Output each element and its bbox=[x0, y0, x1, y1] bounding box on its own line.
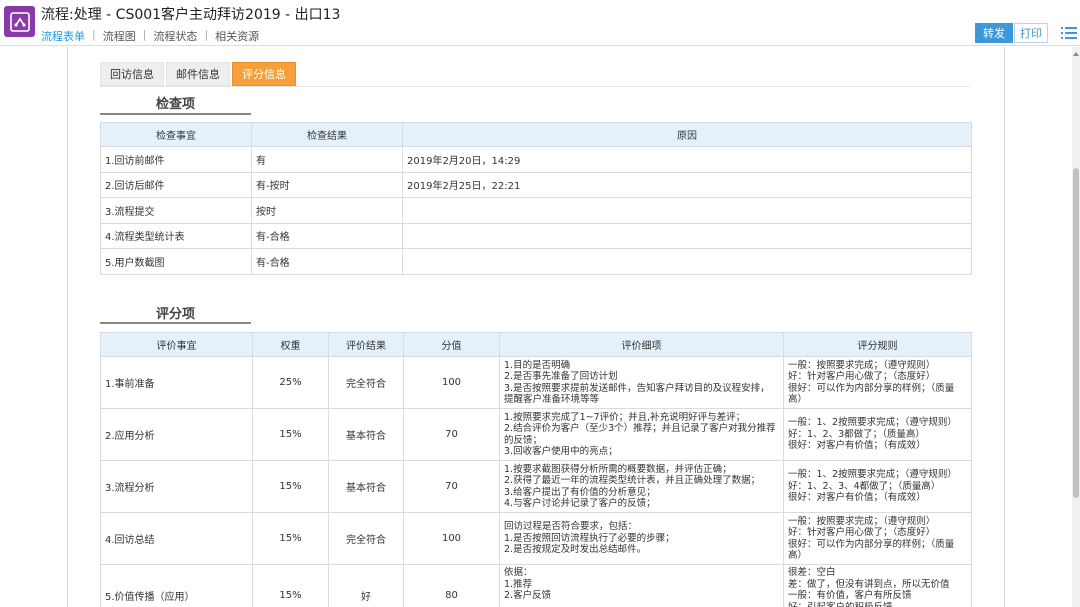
score-details: 1.按照要求完成了1~7评价；并且,补充说明好评与差评； 2.结合评价为客户（至… bbox=[499, 408, 784, 461]
score-item: 1.事前准备 bbox=[100, 356, 253, 409]
workflow-app-logo bbox=[4, 6, 35, 37]
column-header: 评价细项 bbox=[499, 332, 784, 357]
table-row: 3.流程提交 按时 bbox=[100, 197, 972, 224]
check-item: 4.流程类型统计表 bbox=[100, 222, 252, 249]
check-table: 检查事宜 检查结果 原因 1.回访前邮件 有 2019年2月20日，14:29 … bbox=[100, 122, 972, 275]
nav-separator: | bbox=[204, 28, 209, 41]
score-table: 评价事宜 权重 评价结果 分值 评价细项 评分规则 1.事前准备 25% 完全符… bbox=[100, 332, 972, 607]
nav-flow-form[interactable]: 流程表单 bbox=[41, 28, 85, 44]
check-item: 2.回访后邮件 bbox=[100, 171, 252, 198]
check-reason bbox=[402, 197, 972, 224]
score-value: 100 bbox=[403, 512, 500, 565]
score-weight: 15% bbox=[252, 408, 329, 461]
page-title: 流程:处理 - CS001客户主动拜访2019 - 出口13 bbox=[41, 7, 341, 23]
column-header: 检查结果 bbox=[251, 122, 403, 147]
check-section-title: 检查项 bbox=[156, 97, 196, 112]
check-reason bbox=[402, 248, 972, 275]
score-details: 回访过程是否符合要求，包括： 1.是否按照回访流程执行了必要的步骤； 2.是否按… bbox=[499, 512, 784, 565]
check-reason: 2019年2月25日，22:21 bbox=[402, 171, 972, 198]
nav-related-resources[interactable]: 相关资源 bbox=[215, 28, 259, 44]
check-reason: 2019年2月20日，14:29 bbox=[402, 146, 972, 173]
table-row: 5.用户数截图 有-合格 bbox=[100, 248, 972, 275]
header-nav: 流程表单 | 流程图 | 流程状态 | 相关资源 bbox=[41, 28, 259, 44]
check-result: 按时 bbox=[251, 197, 403, 224]
nav-flow-chart[interactable]: 流程图 bbox=[103, 28, 136, 44]
score-rules: 一般：按照要求完成；（遵守规则） 好：针对客户用心做了；（态度好） 很好：可以作… bbox=[783, 512, 972, 565]
score-result: 基本符合 bbox=[328, 408, 404, 461]
check-result: 有 bbox=[251, 146, 403, 173]
tab-visit-info[interactable]: 回访信息 bbox=[100, 62, 164, 86]
score-rules: 一般：1、2按照要求完成；（遵守规则） 好：1、2、3都做了；（质量高） 很好：… bbox=[783, 408, 972, 461]
score-weight: 25% bbox=[252, 356, 329, 409]
check-item: 1.回访前邮件 bbox=[100, 146, 252, 173]
table-row: 1.回访前邮件 有 2019年2月20日，14:29 bbox=[100, 146, 972, 173]
menu-list-icon[interactable] bbox=[1061, 25, 1077, 41]
score-value: 100 bbox=[403, 356, 500, 409]
score-value: 70 bbox=[403, 408, 500, 461]
column-header: 权重 bbox=[252, 332, 329, 357]
workflow-icon bbox=[9, 11, 30, 32]
score-weight: 15% bbox=[252, 460, 329, 513]
score-details: 依据： 1.推荐 2.客户反馈 bbox=[499, 564, 784, 607]
column-header: 检查事宜 bbox=[100, 122, 252, 147]
column-header: 评价事宜 bbox=[100, 332, 253, 357]
forward-button[interactable]: 转发 bbox=[975, 23, 1013, 43]
check-result: 有-合格 bbox=[251, 222, 403, 249]
table-row: 4.回访总结 15% 完全符合 100 回访过程是否符合要求，包括： 1.是否按… bbox=[100, 512, 972, 565]
check-item: 3.流程提交 bbox=[100, 197, 252, 224]
table-row: 1.事前准备 25% 完全符合 100 1.目的是否明确 2.是否事先准备了回访… bbox=[100, 356, 972, 409]
table-row: 4.流程类型统计表 有-合格 bbox=[100, 222, 972, 249]
score-result: 完全符合 bbox=[328, 356, 404, 409]
score-rules: 很差：空白 差：做了，但没有讲到点，所以无价值 一般：有价值，客户有所反馈 好：… bbox=[783, 564, 972, 607]
form-tabs: 回访信息 邮件信息 评分信息 bbox=[100, 62, 298, 86]
app-window: 流程:处理 - CS001客户主动拜访2019 - 出口13 流程表单 | 流程… bbox=[0, 0, 1080, 607]
score-item: 3.流程分析 bbox=[100, 460, 253, 513]
scrollbar-thumb[interactable] bbox=[1073, 168, 1079, 498]
column-header: 分值 bbox=[403, 332, 500, 357]
section-underline bbox=[100, 113, 251, 115]
table-row: 5.价值传播（应用） 15% 好 80 依据： 1.推荐 2.客户反馈 很差：空… bbox=[100, 564, 972, 607]
table-row: 3.流程分析 15% 基本符合 70 1.按要求截图获得分析所需的概要数据，并评… bbox=[100, 460, 972, 513]
check-result: 有-合格 bbox=[251, 248, 403, 275]
nav-flow-status[interactable]: 流程状态 bbox=[153, 28, 197, 44]
score-weight: 15% bbox=[252, 564, 329, 607]
score-item: 2.应用分析 bbox=[100, 408, 253, 461]
scroll-up-arrow-icon[interactable] bbox=[1072, 49, 1080, 59]
score-weight: 15% bbox=[252, 512, 329, 565]
score-result: 完全符合 bbox=[328, 512, 404, 565]
check-table-header: 检查事宜 检查结果 原因 bbox=[100, 122, 972, 147]
score-result: 基本符合 bbox=[328, 460, 404, 513]
section-underline bbox=[100, 322, 251, 324]
score-table-header: 评价事宜 权重 评价结果 分值 评价细项 评分规则 bbox=[100, 332, 972, 357]
score-result: 好 bbox=[328, 564, 404, 607]
tab-score-info[interactable]: 评分信息 bbox=[232, 62, 296, 86]
column-header: 原因 bbox=[402, 122, 972, 147]
check-reason bbox=[402, 222, 972, 249]
check-result: 有-按时 bbox=[251, 171, 403, 198]
check-item: 5.用户数截图 bbox=[100, 248, 252, 275]
score-item: 5.价值传播（应用） bbox=[100, 564, 253, 607]
column-header: 评分规则 bbox=[783, 332, 972, 357]
tab-mail-info[interactable]: 邮件信息 bbox=[166, 62, 230, 86]
score-value: 80 bbox=[403, 564, 500, 607]
score-item: 4.回访总结 bbox=[100, 512, 253, 565]
score-value: 70 bbox=[403, 460, 500, 513]
score-rules: 一般：1、2按照要求完成；（遵守规则） 好：1、2、3、4都做了；（质量高） 很… bbox=[783, 460, 972, 513]
table-row: 2.应用分析 15% 基本符合 70 1.按照要求完成了1~7评价；并且,补充说… bbox=[100, 408, 972, 461]
nav-separator: | bbox=[92, 28, 96, 41]
column-header: 评价结果 bbox=[328, 332, 404, 357]
nav-separator: | bbox=[142, 28, 147, 41]
score-details: 1.按要求截图获得分析所需的概要数据，并评估正确； 2.获得了最近一年的流程类型… bbox=[499, 460, 784, 513]
score-section-title: 评分项 bbox=[156, 307, 196, 322]
print-button[interactable]: 打印 bbox=[1014, 23, 1048, 43]
header-bar: 流程:处理 - CS001客户主动拜访2019 - 出口13 流程表单 | 流程… bbox=[0, 0, 1080, 46]
table-row: 2.回访后邮件 有-按时 2019年2月25日，22:21 bbox=[100, 171, 972, 198]
tabs-divider bbox=[100, 86, 970, 87]
score-details: 1.目的是否明确 2.是否事先准备了回访计划 3.是否按照要求提前发送邮件，告知… bbox=[499, 356, 784, 409]
score-rules: 一般：按照要求完成；（遵守规则） 好：针对客户用心做了；（态度好） 很好：可以作… bbox=[783, 356, 972, 409]
